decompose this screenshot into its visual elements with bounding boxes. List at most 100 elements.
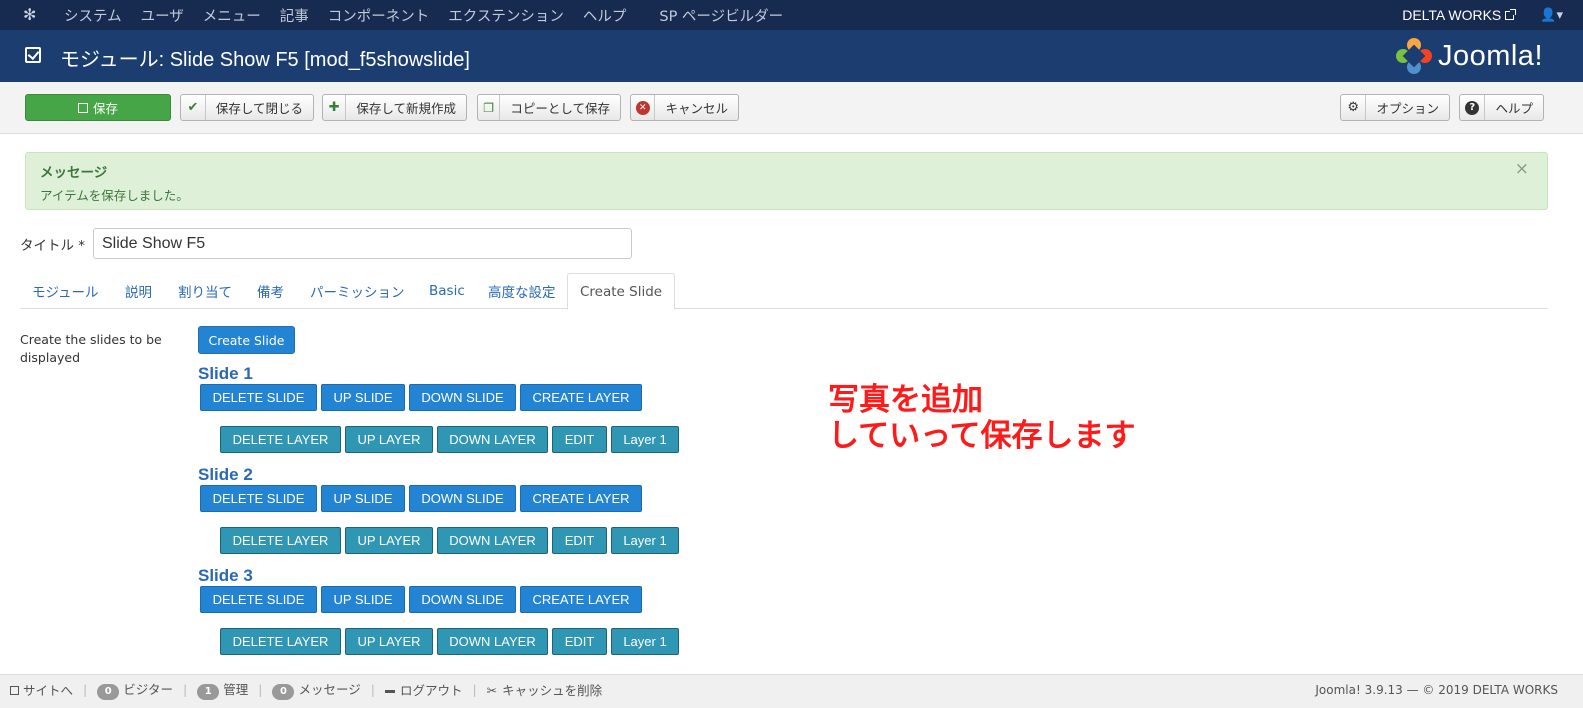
delete-slide-button[interactable]: DELETE SLIDE <box>200 384 317 411</box>
tab-permissions[interactable]: パーミッション <box>298 273 417 309</box>
help-label: ヘルプ <box>1495 101 1533 116</box>
copy-icon: ❐ <box>478 95 501 120</box>
delete-layer-button[interactable]: DELETE LAYER <box>220 527 341 554</box>
main-menu: システム ユーザ メニュー 記事 コンポーネント エクステンション ヘルプ SP… <box>64 0 802 30</box>
menu-menus[interactable]: メニュー <box>203 5 261 26</box>
options-button[interactable]: ⚙ オプション <box>1340 94 1450 121</box>
messages-label: メッセージ <box>298 682 361 697</box>
tab-description[interactable]: 説明 <box>113 273 164 309</box>
menu-help[interactable]: ヘルプ <box>583 5 627 26</box>
edit-icon <box>77 102 88 113</box>
message-heading: メッセージ <box>40 165 108 181</box>
tab-assignment[interactable]: 割り当て <box>166 273 244 309</box>
create-layer-button[interactable]: CREATE LAYER <box>520 485 642 512</box>
layer-button[interactable]: Layer 1 <box>611 426 679 453</box>
up-layer-button[interactable]: UP LAYER <box>345 527 433 554</box>
cancel-icon: ✕ <box>631 95 656 120</box>
logout-link[interactable]: ログアウト <box>384 680 463 699</box>
delete-layer-button[interactable]: DELETE LAYER <box>220 426 341 453</box>
menu-system[interactable]: システム <box>64 5 122 26</box>
tab-advanced[interactable]: 高度な設定 <box>476 273 568 309</box>
edit-layer-button[interactable]: EDIT <box>552 426 607 453</box>
joomla-brand: Joomla! <box>1395 38 1543 74</box>
up-layer-button[interactable]: UP LAYER <box>345 628 433 655</box>
menu-components[interactable]: コンポーネント <box>328 5 430 26</box>
up-slide-button[interactable]: UP SLIDE <box>321 485 405 512</box>
tab-basic[interactable]: Basic <box>417 273 477 309</box>
success-message: メッセージ アイテムを保存しました。 × <box>25 152 1548 210</box>
delete-slide-button[interactable]: DELETE SLIDE <box>200 485 317 512</box>
save-close-button[interactable]: ✔ 保存して閉じる <box>180 94 314 121</box>
view-site-label: サイトへ <box>23 683 74 698</box>
logout-label: ログアウト <box>399 683 463 698</box>
gear-icon: ⚙ <box>1341 95 1367 120</box>
down-layer-button[interactable]: DOWN LAYER <box>437 527 548 554</box>
annotation-line: 写真を追加 <box>828 382 983 418</box>
site-link[interactable]: DELTA WORKS <box>1402 7 1517 23</box>
joomla-mark-icon <box>1395 38 1432 74</box>
tab-module[interactable]: モジュール <box>20 273 111 309</box>
down-slide-button[interactable]: DOWN SLIDE <box>409 384 516 411</box>
clear-cache-link[interactable]: ✂ キャッシュを削除 <box>487 680 603 699</box>
checkbox-icon <box>25 47 41 63</box>
title-input[interactable]: Slide Show F5 <box>93 228 632 259</box>
help-button[interactable]: ? ヘルプ <box>1459 94 1544 121</box>
admin-label: 管理 <box>223 682 249 697</box>
visitors-label: ビジター <box>123 682 173 697</box>
cancel-label: キャンセル <box>665 101 728 116</box>
message-text: アイテムを保存しました。 <box>40 188 189 203</box>
menu-content[interactable]: 記事 <box>280 5 309 26</box>
messages-link[interactable]: 0 メッセージ <box>272 679 361 700</box>
create-slide-button[interactable]: Create Slide <box>198 326 295 354</box>
toolbar: 保存 ✔ 保存して閉じる ✚ 保存して新規作成 ❐ コピーとして保存 ✕ キャン… <box>0 82 1583 134</box>
title-bar: モジュール: Slide Show F5 [mod_f5showslide] J… <box>0 30 1583 82</box>
menu-users[interactable]: ユーザ <box>141 5 184 26</box>
annotation-text: 写真を追加 していって保存します <box>828 382 1136 454</box>
minus-icon <box>384 690 395 693</box>
edit-layer-button[interactable]: EDIT <box>552 527 607 554</box>
down-layer-button[interactable]: DOWN LAYER <box>437 628 548 655</box>
menu-sp-page-builder[interactable]: SP ページビルダー <box>659 5 783 26</box>
status-left: サイトへ | 0 ビジター | 1 管理 | 0 メッセージ | ログアウト | ✂ キ… <box>10 675 602 704</box>
view-site-link[interactable]: サイトへ <box>10 680 73 699</box>
create-layer-button[interactable]: CREATE LAYER <box>520 384 642 411</box>
up-slide-button[interactable]: UP SLIDE <box>321 384 405 411</box>
tab-notes[interactable]: 備考 <box>245 273 296 309</box>
save-button[interactable]: 保存 <box>25 94 171 121</box>
joomla-wordmark: Joomla! <box>1437 39 1543 72</box>
clear-cache-label: キャッシュを削除 <box>502 683 603 698</box>
create-layer-button[interactable]: CREATE LAYER <box>520 586 642 613</box>
save-label: 保存 <box>92 101 118 116</box>
up-slide-button[interactable]: UP SLIDE <box>321 586 405 613</box>
site-name: DELTA WORKS <box>1402 7 1502 23</box>
layer-button[interactable]: Layer 1 <box>611 628 679 655</box>
user-menu-icon[interactable]: 👤▾ <box>1540 8 1563 23</box>
tab-create-slide[interactable]: Create Slide <box>567 273 676 310</box>
admin-link[interactable]: 1 管理 <box>197 679 248 700</box>
admin-badge: 1 <box>197 684 220 700</box>
title-label: タイトル * <box>20 238 86 254</box>
up-layer-button[interactable]: UP LAYER <box>345 426 433 453</box>
joomla-logo-icon[interactable]: ✻ <box>23 6 41 24</box>
visitors-link[interactable]: 0 ビジター <box>97 679 173 700</box>
edit-layer-button[interactable]: EDIT <box>552 628 607 655</box>
field-description: Create the slides to be displayed <box>20 332 162 365</box>
slide-title: Slide 2 <box>198 465 253 484</box>
external-link-icon <box>1505 8 1517 20</box>
layer-button[interactable]: Layer 1 <box>611 527 679 554</box>
slide-title: Slide 3 <box>198 566 253 585</box>
visitors-badge: 0 <box>97 684 120 700</box>
cancel-button[interactable]: ✕ キャンセル <box>630 94 739 121</box>
down-layer-button[interactable]: DOWN LAYER <box>437 426 548 453</box>
down-slide-button[interactable]: DOWN SLIDE <box>409 586 516 613</box>
menu-extensions[interactable]: エクステンション <box>448 5 564 26</box>
delete-slide-button[interactable]: DELETE SLIDE <box>200 586 317 613</box>
save-new-button[interactable]: ✚ 保存して新規作成 <box>322 94 467 121</box>
delete-layer-button[interactable]: DELETE LAYER <box>220 628 341 655</box>
tab-bar: モジュール 説明 割り当て 備考 パーミッション Basic 高度な設定 Cre… <box>20 273 1548 310</box>
close-icon[interactable]: × <box>1515 159 1529 179</box>
save-close-label: 保存して閉じる <box>215 101 303 116</box>
save-copy-button[interactable]: ❐ コピーとして保存 <box>477 94 621 121</box>
top-navbar: ✻ システム ユーザ メニュー 記事 コンポーネント エクステンション ヘルプ … <box>0 0 1583 30</box>
down-slide-button[interactable]: DOWN SLIDE <box>409 485 516 512</box>
